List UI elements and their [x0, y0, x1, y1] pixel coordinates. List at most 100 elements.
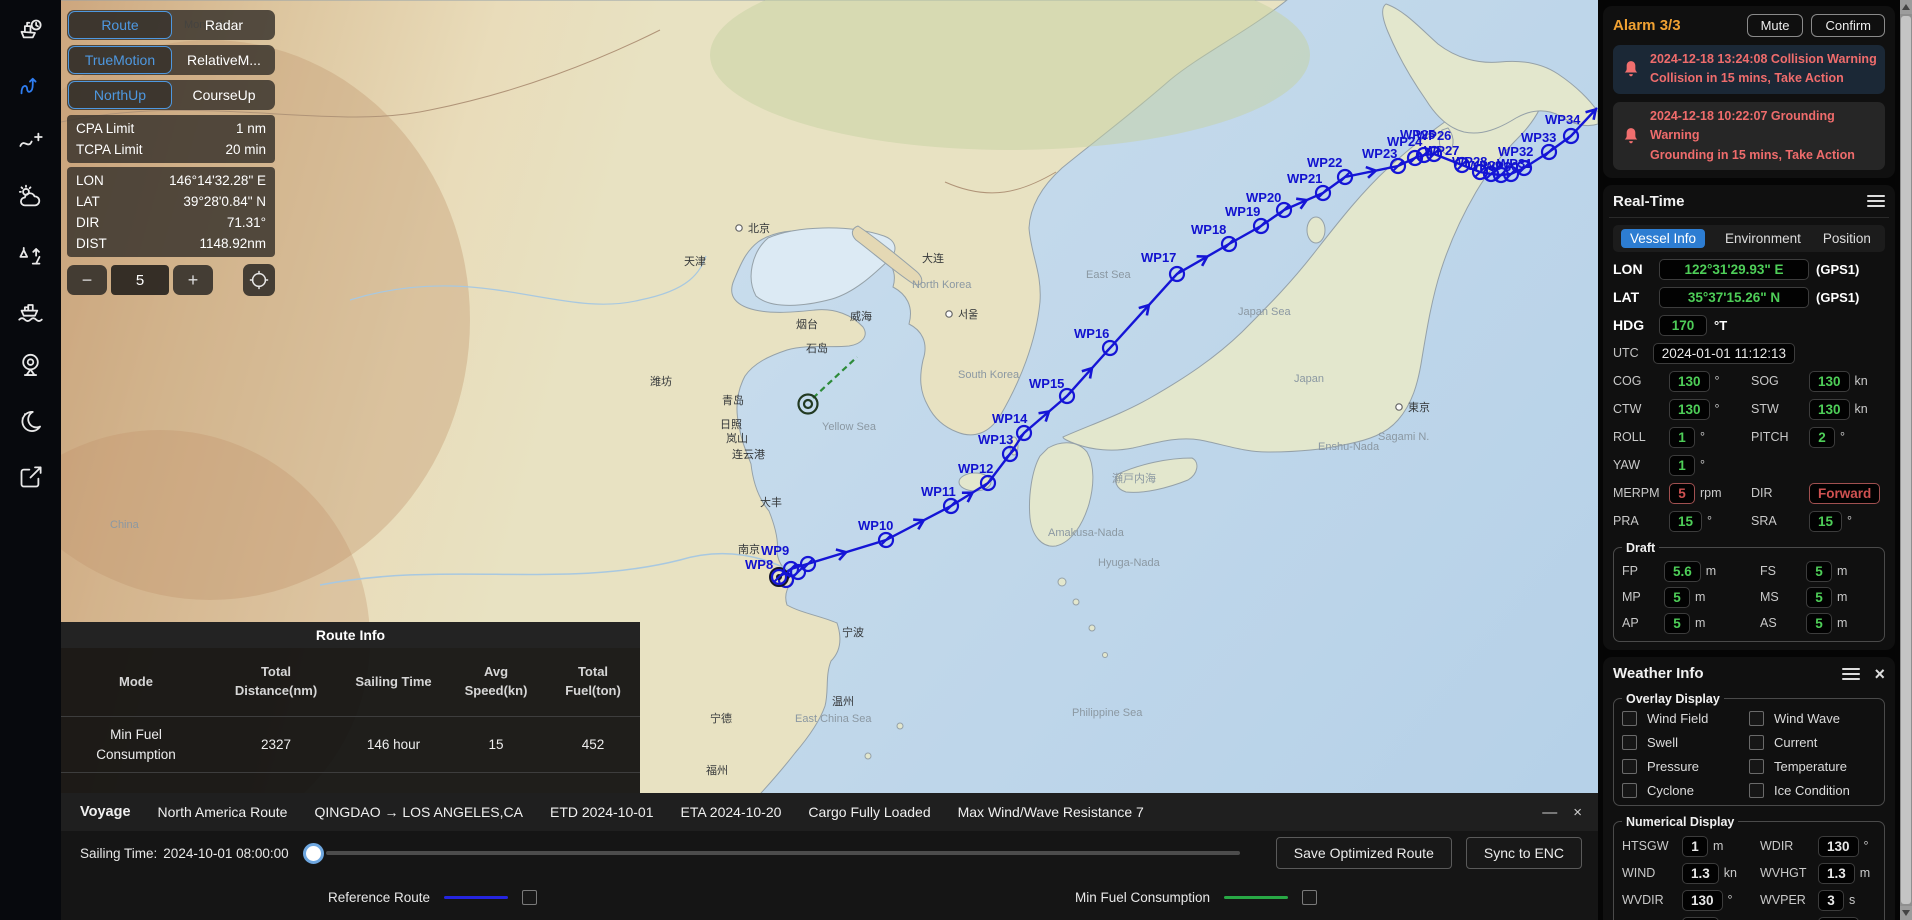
waypoint-label-wp34: WP34: [1545, 112, 1581, 127]
value-cell: 5m: [1664, 613, 1760, 634]
sidebar-item-route-design[interactable]: [14, 124, 48, 158]
waypoint-label-wp14: WP14: [992, 411, 1028, 426]
voyage-items: North America RouteQINGDAO → LOS ANGELES…: [158, 804, 1171, 820]
waypoint-label-wp26: WP26: [1416, 128, 1451, 143]
timeline-slider-track[interactable]: [326, 851, 1240, 855]
value-label: WIND: [1622, 866, 1682, 880]
confirm-button[interactable]: Confirm: [1811, 14, 1885, 37]
svg-text:日照: 日照: [720, 418, 742, 431]
scroll-down-arrow[interactable]: [1900, 906, 1912, 920]
save-optimized-route-button[interactable]: Save Optimized Route: [1276, 837, 1452, 869]
tab-environment[interactable]: Environment: [1723, 229, 1803, 248]
value-cell: 5m: [1806, 561, 1876, 582]
tab-vessel-info[interactable]: Vessel Info: [1621, 229, 1705, 248]
close-icon[interactable]: ×: [1573, 804, 1582, 821]
alarm-item-1[interactable]: 2024-12-18 10:22:07 Grounding WarningGro…: [1613, 102, 1885, 170]
sidebar-item-report-edit[interactable]: [14, 460, 48, 494]
checkbox[interactable]: [1749, 759, 1764, 774]
menu-icon[interactable]: [1867, 195, 1885, 207]
crosshair-icon: [248, 269, 270, 291]
sidebar-item-weather[interactable]: [14, 180, 48, 214]
info-value: 1148.92nm: [199, 233, 266, 254]
sidebar-item-night-mode[interactable]: [14, 404, 48, 438]
sidebar-item-navigation-aids[interactable]: [14, 236, 48, 270]
checkbox[interactable]: [1749, 735, 1764, 750]
value-box: 130: [1669, 399, 1710, 420]
timeline-slider-thumb[interactable]: [303, 843, 324, 864]
scrollbar-thumb[interactable]: [1901, 16, 1911, 904]
toggle-route[interactable]: Route: [68, 11, 172, 39]
overlay-option-swell: Swell: [1622, 735, 1749, 750]
checkbox-label: Pressure: [1647, 759, 1699, 774]
checkbox[interactable]: [1749, 783, 1764, 798]
toggle-truemotion[interactable]: TrueMotion: [68, 46, 172, 74]
value-unit: m: [1695, 616, 1705, 630]
toggle-relativem[interactable]: RelativeM...: [173, 45, 275, 75]
value-cell: 15°: [1809, 511, 1885, 532]
timeline-buttons: Save Optimized Route Sync to ENC: [1262, 837, 1582, 869]
value-unit: m: [1860, 866, 1870, 880]
checkbox[interactable]: [1622, 783, 1637, 798]
center-ship-button[interactable]: [243, 264, 275, 296]
zoom-out-button[interactable]: −: [67, 265, 107, 295]
tab-position[interactable]: Position: [1821, 229, 1873, 248]
route-design-icon: [17, 128, 44, 155]
toggle-northup[interactable]: NorthUp: [68, 81, 172, 109]
toggle-courseup[interactable]: CourseUp: [173, 80, 275, 110]
zoom-in-button[interactable]: +: [173, 265, 213, 295]
realtime-pair-values: COG130°SOG130knCTW130°STW130knROLL1°PITC…: [1613, 371, 1885, 532]
menu-icon[interactable]: [1842, 668, 1860, 680]
value-cell: 1.3kn: [1682, 863, 1760, 884]
legend-checkbox[interactable]: [1302, 890, 1317, 905]
waypoint-label-wp9: WP9: [761, 543, 789, 558]
sidebar-item-radar[interactable]: [14, 348, 48, 382]
numerical-row: HTSGW1mWDIR130°: [1622, 836, 1876, 857]
voyage-item: QINGDAO → LOS ANGELES,CA: [314, 804, 523, 820]
alarm-item-0[interactable]: 2024-12-18 13:24:08 Collision WarningCol…: [1613, 45, 1885, 94]
sidebar-item-fleet-ships[interactable]: [14, 292, 48, 326]
land-island: [1073, 599, 1079, 605]
checkbox[interactable]: [1749, 711, 1764, 726]
checkbox[interactable]: [1622, 759, 1637, 774]
sidebar-item-voyage-schedule[interactable]: [14, 12, 48, 46]
checkbox[interactable]: [1622, 711, 1637, 726]
value-label: LON: [1613, 261, 1659, 277]
sidebar-item-route-monitor[interactable]: [14, 68, 48, 102]
legend-checkbox[interactable]: [522, 890, 537, 905]
radar-icon: [17, 352, 44, 379]
close-icon[interactable]: ×: [1874, 665, 1885, 683]
route-info-cell: 2327: [211, 735, 341, 755]
alarm-list: 2024-12-18 13:24:08 Collision WarningCol…: [1613, 45, 1885, 170]
panel-scrollbar[interactable]: [1900, 0, 1912, 920]
land-island: [1058, 578, 1066, 586]
waypoint-label-wp11: WP11: [921, 484, 956, 499]
pair-row: CTW130°STW130kn: [1613, 399, 1885, 420]
info-label: LAT: [76, 191, 100, 212]
cursor-position-panel: LON146°14'32.28" ELAT39°28'0.84" NDIR71.…: [67, 167, 275, 257]
value-cell: 130°: [1818, 836, 1876, 857]
value-unit: °: [1715, 374, 1720, 388]
value-cell: 130kn: [1809, 399, 1885, 420]
value-unit: m: [1706, 564, 1716, 578]
waypoint-label-wp18: WP18: [1191, 222, 1226, 237]
svg-text:天津: 天津: [684, 255, 706, 268]
waypoint-label-wp17: WP17: [1141, 250, 1176, 265]
svg-text:South Korea: South Korea: [958, 369, 1020, 381]
svg-text:烟台: 烟台: [796, 317, 818, 331]
value-box: 1.3: [1818, 863, 1855, 884]
value-label: SRA: [1751, 514, 1809, 528]
waypoint-label-wp12: WP12: [958, 461, 993, 476]
scroll-up-arrow[interactable]: [1900, 0, 1912, 14]
value-row-hdg: HDG170°T: [1613, 315, 1885, 336]
value-label: MP: [1622, 590, 1664, 604]
sailing-time-label: Sailing Time:: [80, 846, 157, 861]
checkbox[interactable]: [1622, 735, 1637, 750]
value-cell: 5m: [1806, 587, 1876, 608]
value-label: WVHGT: [1760, 866, 1818, 880]
sync-to-enc-button[interactable]: Sync to ENC: [1466, 837, 1582, 869]
minimize-icon[interactable]: —: [1542, 804, 1557, 821]
night-mode-icon: [17, 408, 44, 435]
value-cell: 130kn: [1809, 371, 1885, 392]
mute-button[interactable]: Mute: [1747, 14, 1804, 37]
toggle-radar[interactable]: Radar: [173, 10, 275, 40]
